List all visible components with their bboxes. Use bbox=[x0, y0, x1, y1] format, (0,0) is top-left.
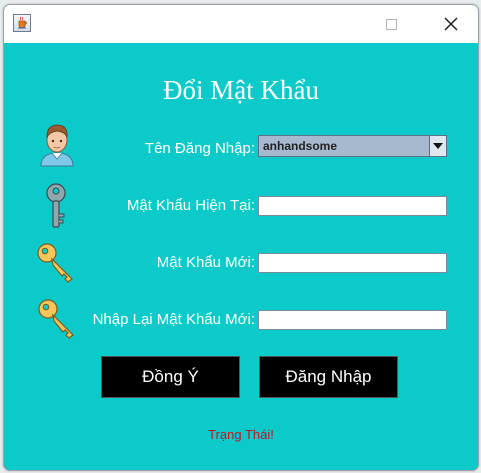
new-password-field[interactable] bbox=[258, 253, 447, 273]
agree-button[interactable]: Đồng Ý bbox=[101, 356, 240, 398]
close-button[interactable] bbox=[424, 5, 470, 43]
change-password-window: Đổi Mật Khẩu Tên Đăng Nhập: anhandsome M… bbox=[3, 4, 479, 471]
minimize-icon bbox=[315, 24, 325, 26]
title-bar bbox=[4, 5, 478, 43]
username-select[interactable]: anhandsome bbox=[258, 135, 447, 157]
dropdown-arrow-button[interactable] bbox=[429, 136, 446, 156]
user-avatar-icon bbox=[40, 124, 74, 167]
golden-key-icon bbox=[37, 243, 73, 283]
current-password-field[interactable] bbox=[258, 196, 447, 216]
maximize-button[interactable] bbox=[366, 5, 412, 43]
chevron-down-icon bbox=[433, 143, 443, 149]
status-text: Trạng Thái! bbox=[208, 427, 274, 442]
golden-key-icon bbox=[38, 299, 74, 339]
key-icon bbox=[46, 183, 66, 228]
login-button[interactable]: Đăng Nhập bbox=[259, 356, 398, 398]
java-app-icon bbox=[13, 14, 31, 32]
form-panel: Đổi Mật Khẩu Tên Đăng Nhập: anhandsome M… bbox=[4, 43, 478, 470]
page-title: Đổi Mật Khẩu bbox=[163, 75, 319, 105]
username-selected-value: anhandsome bbox=[263, 139, 338, 153]
close-icon bbox=[444, 17, 458, 31]
confirm-password-field[interactable] bbox=[258, 310, 447, 330]
new-password-label: Mật Khẩu Mới: bbox=[156, 254, 255, 271]
current-password-label: Mật Khẩu Hiện Tại: bbox=[126, 197, 255, 214]
maximize-icon bbox=[386, 19, 397, 30]
minimize-button[interactable] bbox=[297, 5, 343, 43]
confirm-password-label: Nhập Lại Mật Khẩu Mới: bbox=[92, 311, 255, 328]
username-label: Tên Đăng Nhập: bbox=[144, 140, 255, 157]
